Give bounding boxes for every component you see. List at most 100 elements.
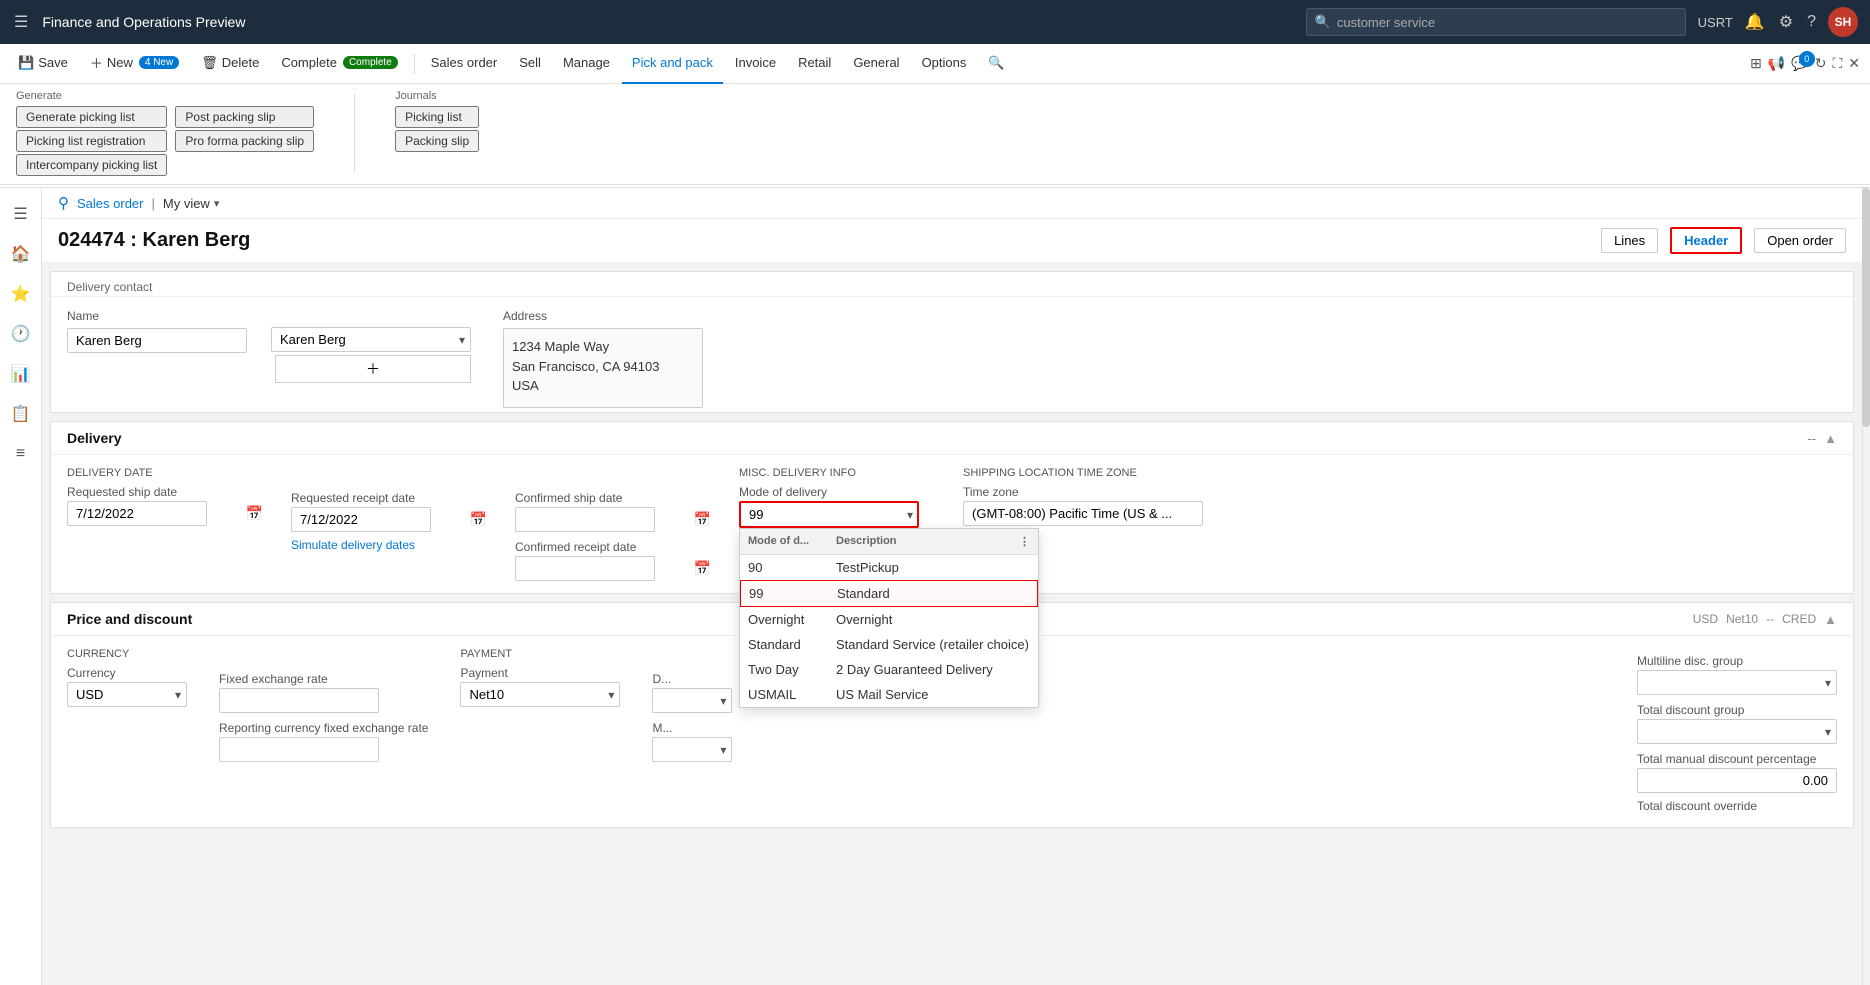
m-wrap: M... xyxy=(652,721,732,762)
dropdown-item-90[interactable]: 90 TestPickup xyxy=(740,555,1038,580)
conf-receipt-calendar[interactable]: 📅 xyxy=(694,560,711,577)
payment-inner: Payment Net10 xyxy=(460,666,620,707)
sell-menu[interactable]: Sell xyxy=(509,44,551,84)
delivery-select-wrap: Karen Berg xyxy=(271,327,471,352)
dropdown-item-usmail[interactable]: USMAIL US Mail Service xyxy=(740,682,1038,707)
dropdown-item-99[interactable]: 99 Standard xyxy=(740,580,1038,607)
total-override-label: Total discount override xyxy=(1637,799,1837,813)
notif-count: 0 xyxy=(1799,51,1815,67)
search-menu-icon[interactable]: 🔍 xyxy=(978,44,1014,84)
sidebar-favorites[interactable]: ⭐ xyxy=(3,276,39,312)
filter-bar: ⚲ Sales order | My view ▾ xyxy=(42,188,1862,219)
dropdown-item-overnight[interactable]: Overnight Overnight xyxy=(740,607,1038,632)
misc-delivery-col: MISC. DELIVERY INFO Mode of delivery 90 … xyxy=(739,467,939,581)
search-bar: 🔍 xyxy=(1306,8,1686,36)
pick-and-pack-menu[interactable]: Pick and pack xyxy=(622,44,723,84)
m-select[interactable] xyxy=(652,737,732,762)
top-bar: ☰ Finance and Operations Preview 🔍 USRT … xyxy=(0,0,1870,44)
picking-list-journal[interactable]: Picking list xyxy=(395,106,479,128)
my-view-dropdown[interactable]: My view ▾ xyxy=(163,196,219,211)
add-contact-button[interactable]: ＋ xyxy=(275,355,471,383)
filter-icon[interactable]: ⚲ xyxy=(58,194,69,212)
multiline-label: Multiline disc. group xyxy=(1637,654,1837,668)
req-receipt-input[interactable] xyxy=(291,507,431,532)
hamburger-icon[interactable]: ☰ xyxy=(12,10,30,34)
picking-list-registration[interactable]: Picking list registration xyxy=(16,130,167,152)
simulate-dates-btn[interactable]: Simulate delivery dates xyxy=(291,538,415,552)
mode-delivery-select[interactable]: 90 99 Overnight Standard Two Day USMAIL xyxy=(739,501,919,528)
options-menu[interactable]: Options xyxy=(912,44,977,84)
avatar[interactable]: SH xyxy=(1828,7,1858,37)
refresh-icon[interactable]: ↻ xyxy=(1813,53,1829,74)
delivery-contact-select[interactable]: Karen Berg xyxy=(271,327,471,352)
layout-icon1[interactable]: ⊞ xyxy=(1748,53,1764,74)
general-menu[interactable]: General xyxy=(843,44,909,84)
address-field: Address 1234 Maple Way San Francisco, CA… xyxy=(503,309,703,408)
total-manual-input[interactable] xyxy=(1637,768,1837,793)
misc-label: MISC. DELIVERY INFO xyxy=(739,467,939,479)
breadcrumb-sep: | xyxy=(151,196,154,211)
d-inner: D... M... xyxy=(652,672,732,762)
dropdown-more[interactable]: ⋮ xyxy=(1019,535,1030,548)
delivery-section: Delivery -- ▲ DELIVERY DATE Requested sh… xyxy=(50,421,1854,594)
new-button[interactable]: ＋ New 4 New xyxy=(80,44,189,84)
payment-select[interactable]: Net10 xyxy=(460,682,620,707)
delete-button[interactable]: 🗑 Delete xyxy=(191,44,269,84)
item-overnight-desc: Overnight xyxy=(836,612,1030,627)
delivery-collapse[interactable]: ▲ xyxy=(1824,431,1837,446)
delivery-dash: -- xyxy=(1807,431,1816,446)
sidebar-home[interactable]: 🏠 xyxy=(3,236,39,272)
post-packing-slip[interactable]: Post packing slip xyxy=(175,106,314,128)
timezone-wrap: Time zone xyxy=(963,485,1203,526)
scrollbar-thumb[interactable] xyxy=(1862,188,1870,427)
breadcrumb-sales-order[interactable]: Sales order xyxy=(77,196,143,211)
manage-menu[interactable]: Manage xyxy=(553,44,620,84)
req-ship-input[interactable] xyxy=(67,501,207,526)
currency-select[interactable]: USD xyxy=(67,682,187,707)
layout-icon2[interactable]: 📢 xyxy=(1766,53,1787,74)
dropdown-item-standard[interactable]: Standard Standard Service (retailer choi… xyxy=(740,632,1038,657)
generate-picking-list[interactable]: Generate picking list xyxy=(16,106,167,128)
item-overnight-code: Overnight xyxy=(748,612,828,627)
fixed-rate-input[interactable] xyxy=(219,688,379,713)
complete-button[interactable]: Complete Complete xyxy=(271,44,407,84)
d-select[interactable] xyxy=(652,688,732,713)
search-input[interactable] xyxy=(1337,15,1677,30)
req-ship-calendar[interactable]: 📅 xyxy=(246,505,263,522)
lines-button[interactable]: Lines xyxy=(1601,228,1658,253)
conf-receipt-input[interactable] xyxy=(515,556,655,581)
sidebar-recent[interactable]: 🕐 xyxy=(3,316,39,352)
invoice-menu[interactable]: Invoice xyxy=(725,44,786,84)
price-collapse[interactable]: ▲ xyxy=(1824,612,1837,627)
conf-ship-input-wrap: 📅 xyxy=(515,507,715,532)
settings-icon[interactable]: ⚙ xyxy=(1777,10,1795,34)
open-order-button[interactable]: Open order xyxy=(1754,228,1846,253)
sidebar-lines[interactable]: ≡ xyxy=(3,436,39,472)
conf-ship-input[interactable] xyxy=(515,507,655,532)
dropdown-item-twoday[interactable]: Two Day 2 Day Guaranteed Delivery xyxy=(740,657,1038,682)
sidebar-workspaces[interactable]: 📊 xyxy=(3,356,39,392)
multiline-select[interactable] xyxy=(1637,670,1837,695)
timezone-input[interactable] xyxy=(963,501,1203,526)
sidebar-modules[interactable]: 📋 xyxy=(3,396,39,432)
sales-order-menu[interactable]: Sales order xyxy=(421,44,507,84)
intercompany-picking-list[interactable]: Intercompany picking list xyxy=(16,154,167,176)
pro-forma-packing-slip[interactable]: Pro forma packing slip xyxy=(175,130,314,152)
reporting-rate-input[interactable] xyxy=(219,737,379,762)
retail-menu[interactable]: Retail xyxy=(788,44,841,84)
m-select-wrap xyxy=(652,737,732,762)
packing-slip-journal[interactable]: Packing slip xyxy=(395,130,479,152)
sidebar-hamburger[interactable]: ☰ xyxy=(3,196,39,232)
name-input[interactable] xyxy=(67,328,247,353)
close-icon[interactable]: ✕ xyxy=(1846,53,1862,74)
req-receipt-calendar[interactable]: 📅 xyxy=(470,511,487,528)
conf-ship-calendar[interactable]: 📅 xyxy=(694,511,711,528)
delivery-body: DELIVERY DATE Requested ship date 📅 Requ… xyxy=(51,455,1853,593)
generate-label: Generate xyxy=(16,90,314,102)
help-icon[interactable]: ? xyxy=(1805,11,1818,33)
total-discount-select[interactable] xyxy=(1637,719,1837,744)
bell-icon[interactable]: 🔔 xyxy=(1743,10,1767,34)
header-button[interactable]: Header xyxy=(1670,227,1742,254)
save-button[interactable]: 💾 Save xyxy=(8,44,78,84)
fullscreen-icon[interactable]: ⛶ xyxy=(1830,53,1844,74)
